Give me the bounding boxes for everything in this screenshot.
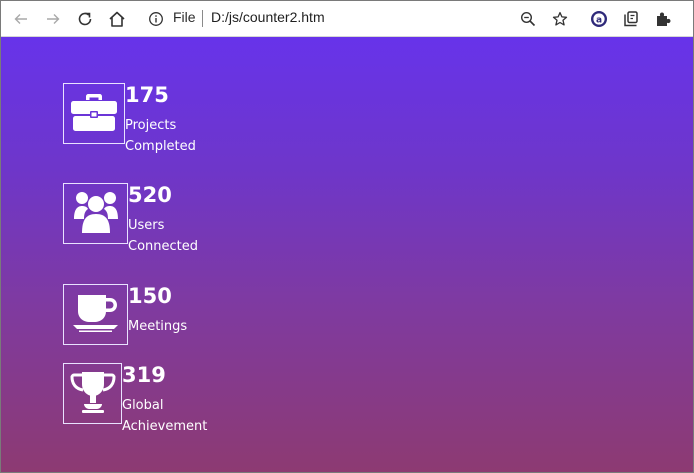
svg-text:a: a: [596, 15, 602, 25]
puzzle-icon: [654, 10, 672, 28]
counter-label: Projects Completed: [125, 118, 196, 154]
counter-icon-box: [63, 284, 128, 345]
browser-toolbar: File D:/js/counter2.htm a: [1, 1, 693, 37]
users-icon: [73, 189, 119, 239]
browser-window: File D:/js/counter2.htm a 175 Projects C…: [0, 0, 694, 473]
info-icon: [148, 11, 164, 27]
counter-label: Users Connected: [128, 218, 199, 254]
reload-icon: [76, 10, 94, 28]
counter-label: Global Achievement: [122, 398, 208, 434]
briefcase-icon: [71, 93, 117, 135]
favorite-button[interactable]: [549, 8, 571, 30]
counter-icon-box: [63, 183, 128, 244]
counter-value: 520: [128, 183, 172, 207]
arrow-right-icon: [45, 11, 61, 27]
extension-a-button[interactable]: a: [588, 8, 610, 30]
coffee-cup-icon: [72, 293, 120, 337]
zoom-out-icon: [520, 11, 536, 27]
counter-value: 175: [125, 83, 169, 107]
address-bar-url[interactable]: D:/js/counter2.htm: [211, 9, 325, 25]
back-button[interactable]: [10, 8, 32, 30]
counter-value: 319: [122, 363, 166, 387]
collections-icon: [622, 10, 640, 28]
counter-icon-box: [63, 363, 122, 424]
page-content: 175 Projects Completed 520 Users Connect…: [1, 37, 693, 472]
home-icon: [108, 10, 126, 28]
trophy-icon: [69, 370, 116, 418]
collections-button[interactable]: [620, 8, 642, 30]
home-button[interactable]: [106, 8, 128, 30]
site-info-button[interactable]: [145, 8, 167, 30]
arrow-left-icon: [13, 11, 29, 27]
star-icon: [552, 11, 568, 27]
zoom-button[interactable]: [517, 8, 539, 30]
extensions-button[interactable]: [652, 8, 674, 30]
counter-icon-box: [63, 83, 125, 144]
address-separator: [202, 10, 203, 27]
counter-value: 150: [128, 284, 172, 308]
forward-button[interactable]: [42, 8, 64, 30]
reload-button[interactable]: [74, 8, 96, 30]
extension-a-icon: a: [590, 10, 608, 28]
file-scheme-label: File: [173, 9, 196, 25]
counter-label: Meetings: [128, 319, 188, 334]
